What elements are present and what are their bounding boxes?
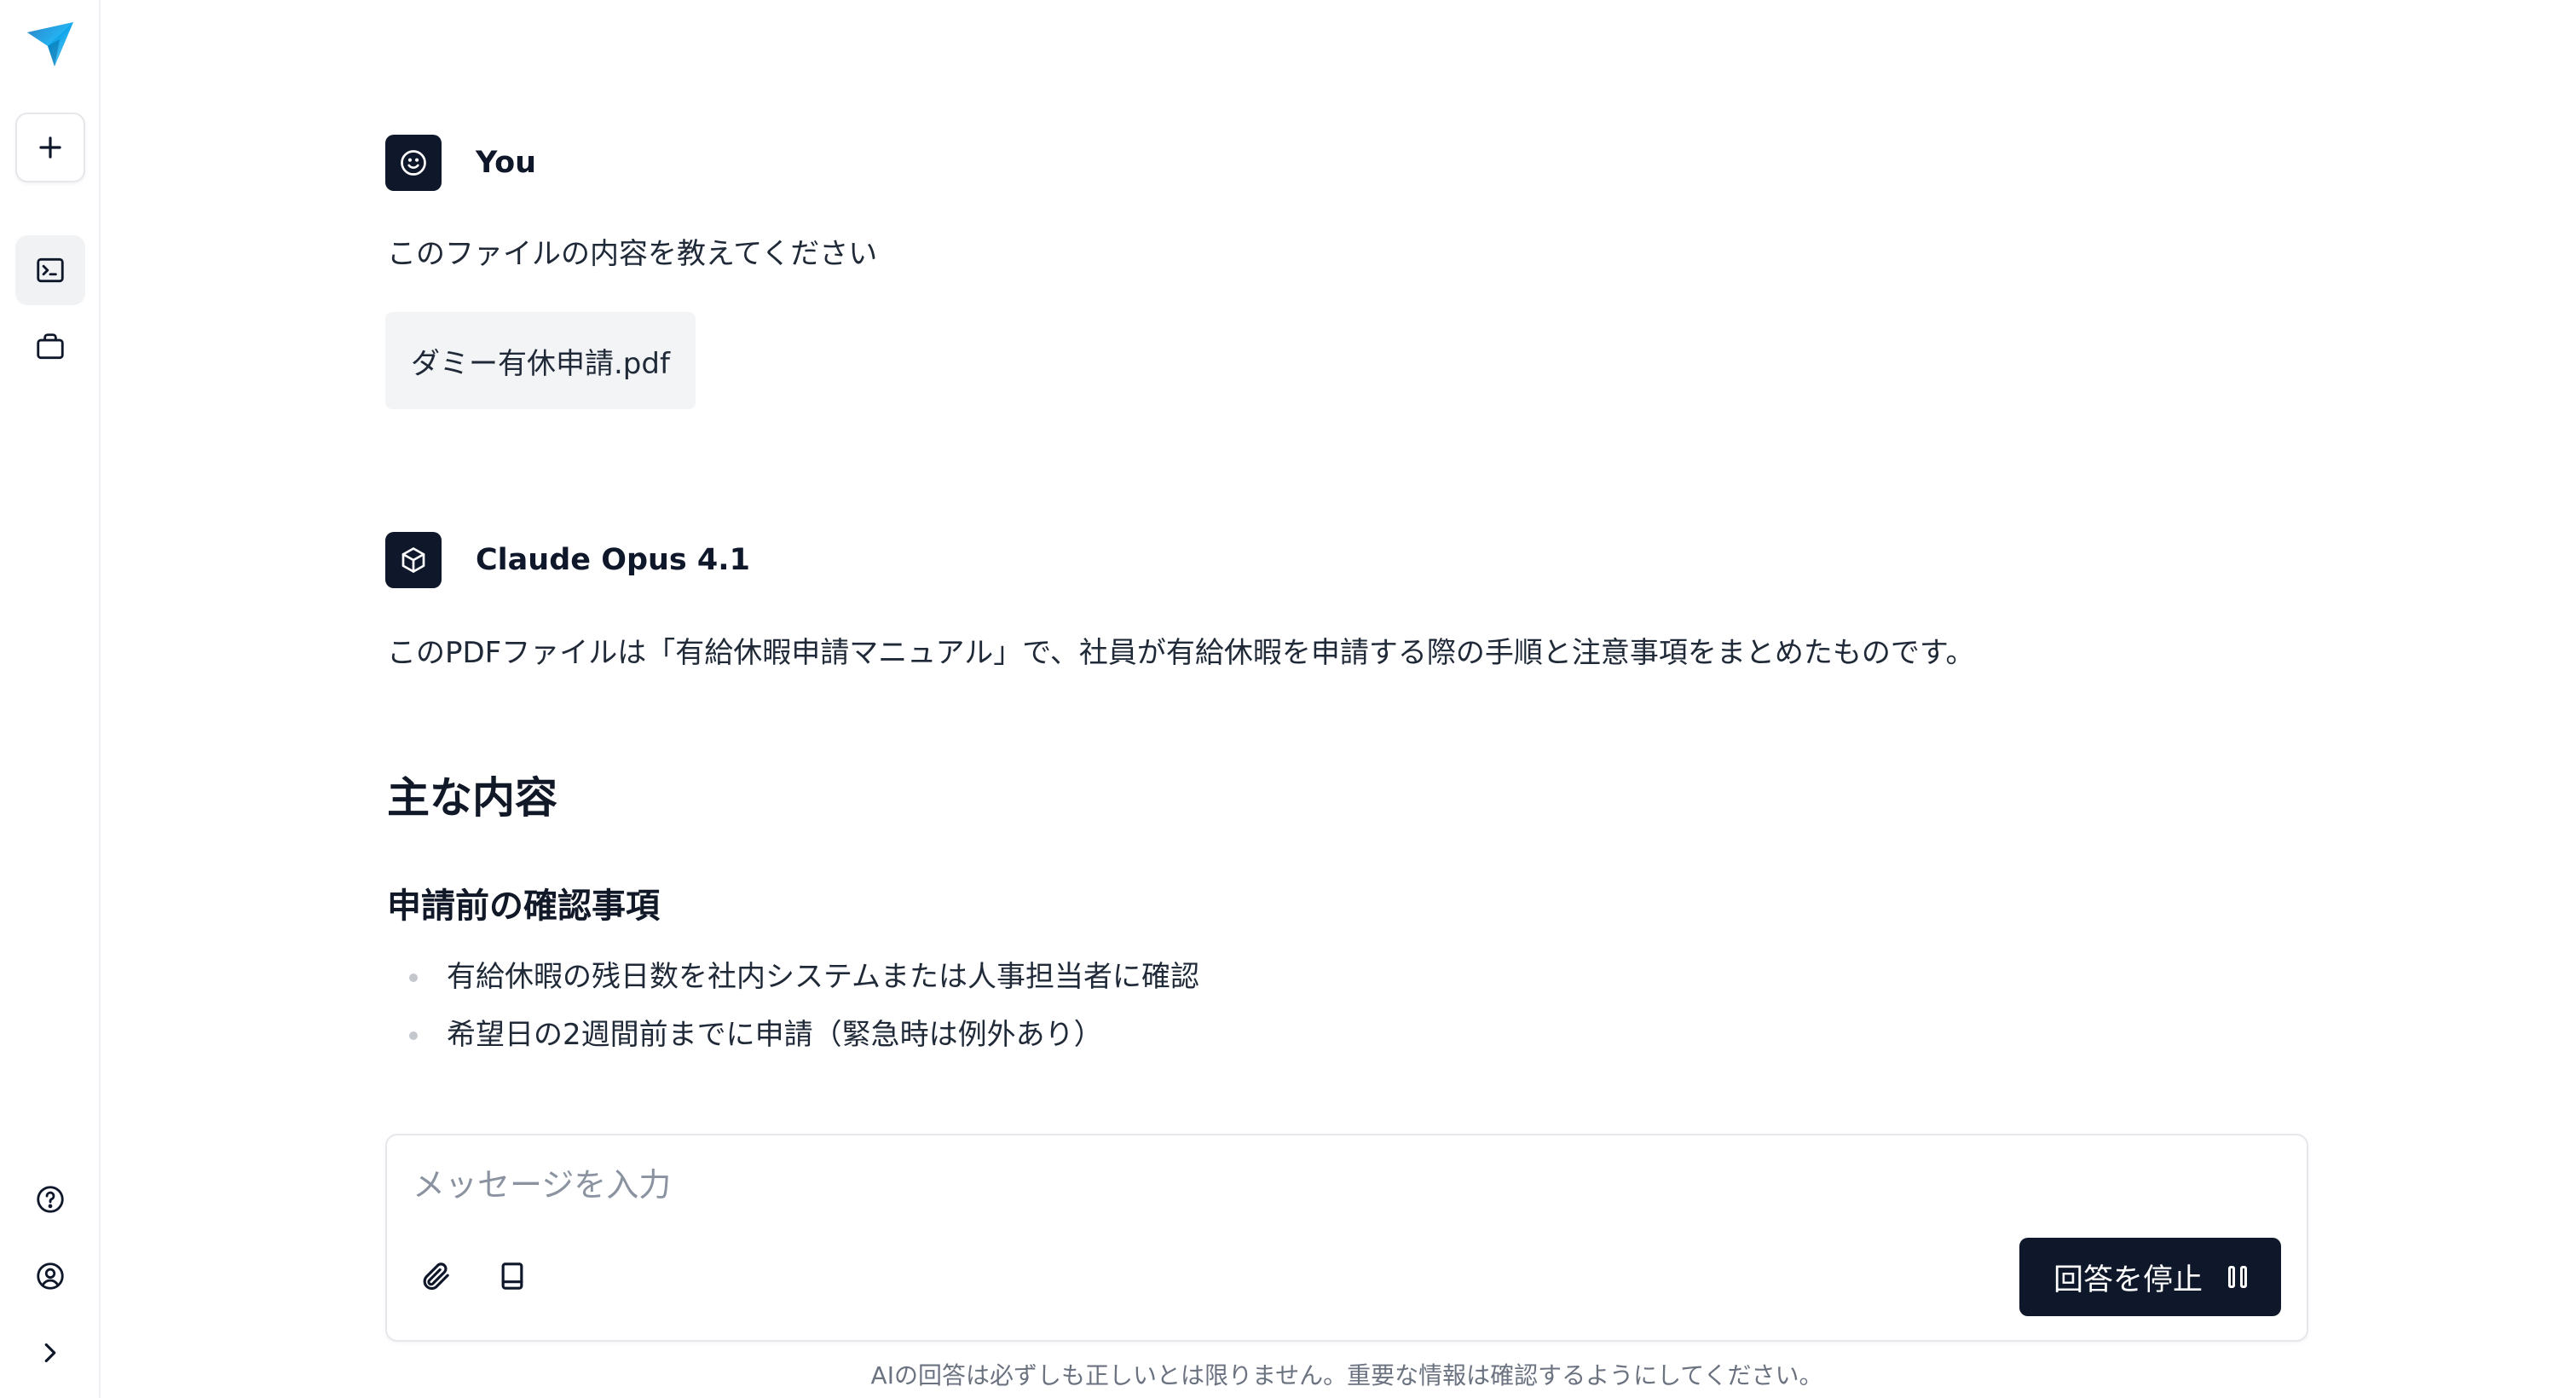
account-button[interactable] bbox=[15, 1241, 85, 1311]
chevron-right-icon bbox=[44, 1343, 56, 1363]
attachment-chip[interactable]: ダミー有休申請.pdf bbox=[385, 312, 696, 409]
user-message-header: You bbox=[385, 135, 536, 191]
list-item: 希望日の2週間前までに申請（緊急時は例外あり） bbox=[387, 1011, 1199, 1069]
assistant-message-header: Claude Opus 4.1 bbox=[385, 532, 750, 588]
response-bullet-list: 有給休暇の残日数を社内システムまたは人事担当者に確認 希望日の2週間前までに申請… bbox=[387, 953, 1199, 1069]
attach-file-button[interactable] bbox=[406, 1246, 465, 1306]
bullet-dot-icon bbox=[409, 973, 418, 982]
sidebar-item-briefcase[interactable] bbox=[15, 312, 85, 382]
knowledge-button[interactable] bbox=[482, 1246, 542, 1306]
bullet-dot-icon bbox=[409, 1031, 418, 1040]
list-item-text: 有給休暇の残日数を社内システムまたは人事担当者に確認 bbox=[447, 960, 1199, 994]
help-circle-icon bbox=[37, 1186, 64, 1213]
stop-response-button[interactable]: 回答を停止 bbox=[2019, 1238, 2281, 1316]
sidebar-item-terminal[interactable] bbox=[15, 235, 85, 305]
user-circle-icon bbox=[37, 1262, 64, 1290]
new-chat-button[interactable] bbox=[15, 113, 85, 182]
help-button[interactable] bbox=[15, 1164, 85, 1234]
assistant-intro-text: このPDFファイルは「有給休暇申請マニュアル」で、社員が有給休暇を申請する際の手… bbox=[387, 636, 1975, 670]
response-heading: 主な内容 bbox=[387, 773, 557, 823]
cube-icon bbox=[401, 547, 425, 573]
user-message-text: このファイルの内容を教えてください bbox=[387, 237, 878, 271]
assistant-sender-name: Claude Opus 4.1 bbox=[476, 543, 750, 577]
message-input[interactable] bbox=[411, 1159, 2201, 1210]
plus-icon bbox=[39, 136, 61, 159]
attachment-filename: ダミー有休申請.pdf bbox=[411, 346, 670, 381]
response-subheading: 申請前の確認事項 bbox=[387, 887, 660, 926]
stop-response-label: 回答を停止 bbox=[2053, 1262, 2203, 1297]
paperclip-icon bbox=[423, 1262, 449, 1291]
user-avatar bbox=[385, 135, 442, 191]
expand-sidebar-button[interactable] bbox=[15, 1318, 85, 1388]
list-item: 有給休暇の残日数を社内システムまたは人事担当者に確認 bbox=[387, 953, 1199, 1011]
chat-area: You このファイルの内容を教えてください ダミー有休申請.pdf Claude… bbox=[101, 0, 2576, 1398]
paper-plane-logo-icon[interactable] bbox=[26, 20, 75, 70]
smiley-icon bbox=[401, 150, 426, 176]
pause-icon bbox=[2228, 1266, 2247, 1288]
briefcase-icon bbox=[37, 333, 64, 360]
assistant-avatar bbox=[385, 532, 442, 588]
user-sender-name: You bbox=[476, 146, 537, 180]
message-composer: 回答を停止 bbox=[385, 1134, 2308, 1342]
ai-disclaimer: AIの回答は必ずしも正しいとは限りません。重要な情報は確認するようにしてください… bbox=[870, 1361, 1823, 1389]
sidebar bbox=[0, 0, 101, 1398]
book-icon bbox=[501, 1262, 523, 1290]
terminal-icon bbox=[37, 257, 64, 283]
list-item-text: 希望日の2週間前までに申請（緊急時は例外あり） bbox=[447, 1018, 1103, 1052]
